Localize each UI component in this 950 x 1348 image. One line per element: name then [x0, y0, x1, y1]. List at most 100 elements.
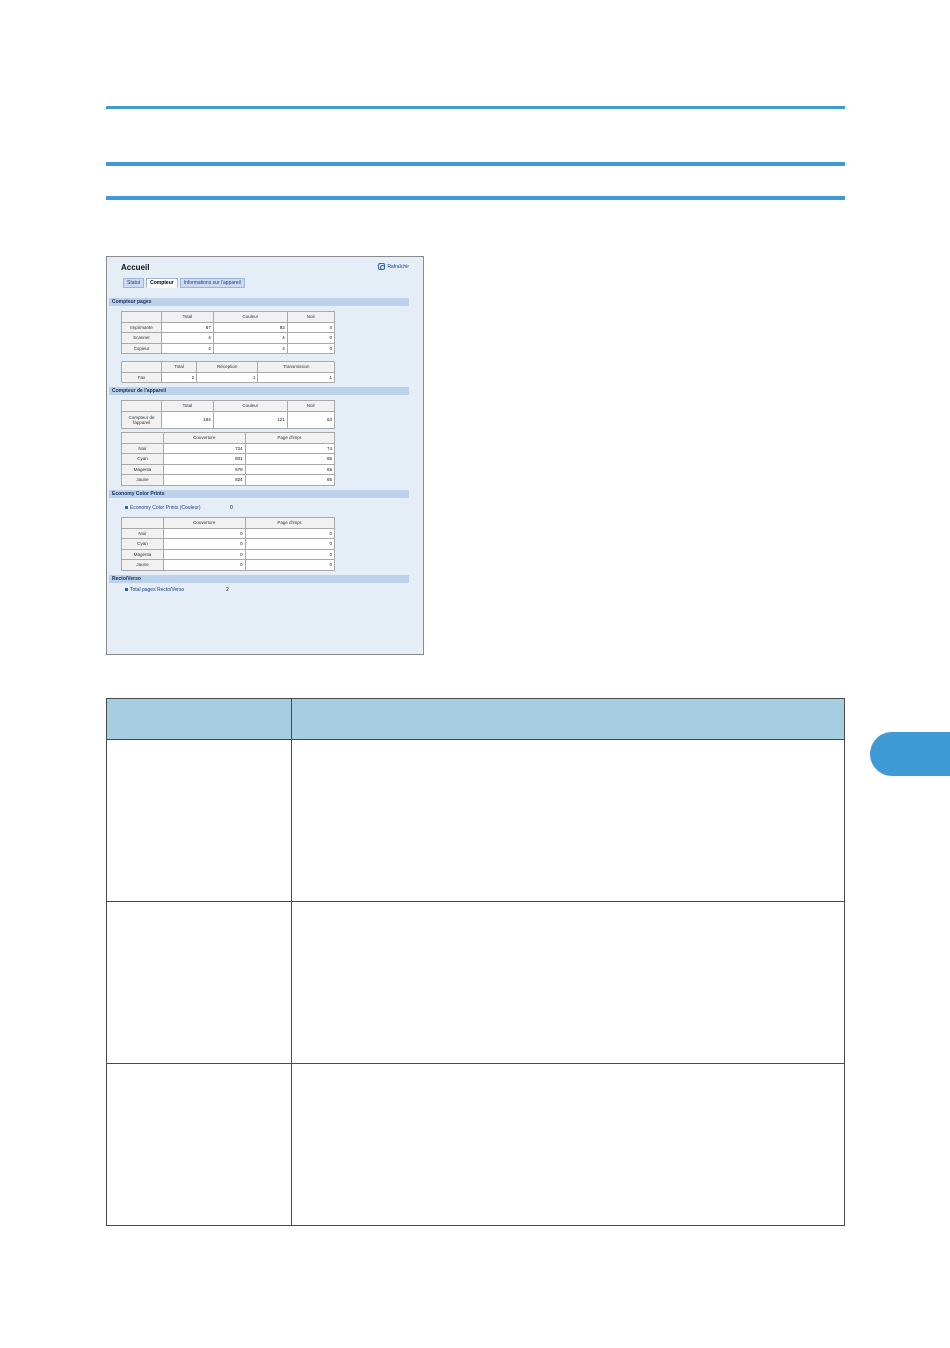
header-rule [106, 106, 845, 109]
header-cell: Couverture [163, 517, 246, 529]
section-device-counter: Compteur de l'appareil [109, 387, 409, 395]
cell-value: 4 [161, 342, 214, 354]
bullet-icon [125, 588, 128, 591]
tab-counter[interactable]: Compteur [146, 278, 178, 288]
table-cell [291, 901, 845, 1064]
table-row: Magenta 878 65 [121, 463, 336, 475]
fax-counter-table: Total Réception Transmission Fax 2 1 1 [121, 361, 335, 383]
description-table [106, 698, 845, 1226]
section-economy-color: Economy Color Prints [109, 490, 409, 498]
header-cell: Page d'impr. [244, 432, 336, 444]
cell-value: 0 [244, 538, 336, 550]
tab-status[interactable]: Statut [123, 278, 145, 288]
cell-value: 4 [161, 332, 214, 344]
row-label: Cyan [121, 538, 164, 550]
device-counter-table: Total Couleur Noir Compteur de l'apparei… [121, 400, 336, 429]
row-label: Copieur [121, 342, 162, 354]
header-cell [291, 698, 845, 740]
row-label: Jaune [121, 474, 164, 486]
header-cell: Couleur [212, 400, 288, 412]
page-title: Accueil [121, 263, 150, 272]
header-cell [121, 400, 162, 412]
refresh-icon [378, 263, 386, 270]
refresh-label: Rafraîchir [387, 263, 409, 270]
cell-value: 87 [161, 321, 214, 333]
cell-value: 74 [244, 442, 336, 454]
section-duplex: Recto/Verso [109, 575, 409, 583]
tab-device-info[interactable]: Informations sur l'appareil [179, 278, 245, 288]
row-label: Noir [121, 442, 164, 454]
header-cell [121, 432, 164, 444]
refresh-button[interactable]: Rafraîchir [378, 263, 409, 270]
duplex-total-line: Total pages Recto/Verso 2 [125, 587, 229, 593]
section-page-counter: Compteur pages [109, 298, 409, 306]
row-label: Noir [121, 527, 164, 539]
header-cell: Noir [286, 400, 336, 412]
cell-value: 0 [286, 342, 336, 354]
table-row: Cyan 801 65 [121, 453, 336, 465]
cell-value: 0 [163, 538, 246, 550]
table-header-row [106, 698, 845, 740]
table-row [106, 901, 845, 1064]
header-cell: Total [161, 311, 214, 323]
table-row: Noir 724 74 [121, 442, 336, 454]
cell-value: 824 [163, 474, 246, 486]
cell-value: 1 [196, 371, 259, 383]
header-cell: Réception [196, 361, 259, 373]
table-row: Imprimante 87 83 4 [121, 321, 336, 333]
table-row: Scanner 4 4 0 [121, 332, 336, 344]
cell-value: 2 [160, 371, 198, 383]
table-row: Jaune 0 0 [121, 559, 336, 571]
header-cell [106, 698, 292, 740]
page-counter-table: Total Couleur Noir Imprimante 87 83 4 Sc… [121, 311, 336, 354]
table-cell [106, 1063, 292, 1226]
cell-value: 878 [163, 463, 246, 475]
chapter-tab-marker [870, 732, 950, 776]
table-cell [106, 901, 292, 1064]
cell-value: 0 [244, 527, 336, 539]
bullet-icon [125, 506, 128, 509]
cell-value: 65 [244, 474, 336, 486]
cell-value: 724 [163, 442, 246, 454]
cell-value: 121 [212, 410, 288, 429]
row-label: Scanner [121, 332, 162, 344]
table-row: Jaune 824 65 [121, 474, 336, 486]
cell-value: 4 [286, 321, 336, 333]
duplex-value: 2 [226, 587, 229, 593]
title-rule [106, 162, 845, 166]
table-row: Fax 2 1 1 [121, 371, 335, 383]
tab-bar: Statut Compteur Informations sur l'appar… [123, 278, 245, 288]
row-label: Imprimante [121, 321, 162, 333]
cell-value: 0 [163, 548, 246, 560]
row-label: Jaune [121, 559, 164, 571]
cell-value: 63 [286, 410, 336, 429]
cell-value: 0 [163, 527, 246, 539]
row-label: Magenta [121, 548, 164, 560]
toner-coverage-table: Couverture Page d'impr. Noir 724 74 Cyan… [121, 432, 336, 486]
web-image-monitor-screenshot: Accueil Rafraîchir Statut Compteur Infor… [106, 256, 424, 655]
row-label: Fax [121, 371, 162, 383]
economy-coverage-table: Couverture Page d'impr. Noir 0 0 Cyan 0 … [121, 517, 336, 571]
cell-value: 4 [212, 342, 288, 354]
row-label: Magenta [121, 463, 164, 475]
table-row: Magenta 0 0 [121, 548, 336, 560]
header-cell: Transmission [257, 361, 335, 373]
cell-value: 83 [212, 321, 288, 333]
table-row: Compteur de l'appareil 184 121 63 [121, 410, 336, 429]
header-cell: Total [160, 361, 198, 373]
header-cell: Total [161, 400, 214, 412]
header-cell [121, 517, 164, 529]
cell-value: 4 [212, 332, 288, 344]
row-label: Compteur de l'appareil [121, 410, 162, 429]
economy-label: Economy Color Prints (Couleur) [130, 505, 201, 511]
cell-value: 801 [163, 453, 246, 465]
table-cell [291, 739, 845, 902]
cell-value: 0 [163, 559, 246, 571]
economy-value: 0 [230, 505, 233, 511]
economy-color-line: Economy Color Prints (Couleur) 0 [125, 505, 233, 511]
row-label: Cyan [121, 453, 164, 465]
table-row [106, 1063, 845, 1226]
header-cell [121, 361, 162, 373]
header-cell: Couleur [212, 311, 288, 323]
table-row: Copieur 4 4 0 [121, 342, 336, 354]
